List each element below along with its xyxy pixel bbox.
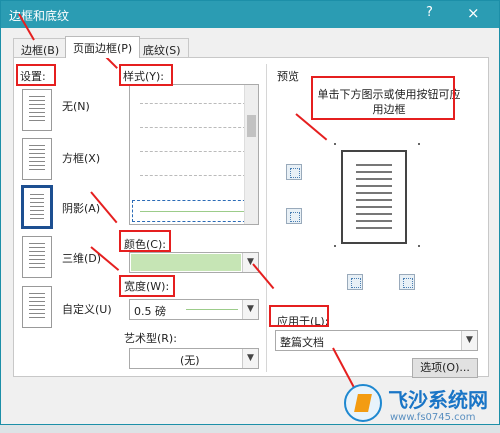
title-bar: 边框和底纹 ? ×: [1, 1, 499, 28]
watermark-url: www.fs0745.com: [390, 412, 476, 423]
highlight-apply: [269, 305, 329, 327]
width-value: 0.5 磅: [134, 305, 166, 318]
close-button[interactable]: ×: [467, 4, 480, 22]
bottom-border-button[interactable]: [286, 208, 302, 224]
art-select[interactable]: (无) ▼: [129, 348, 259, 369]
highlight-width: [119, 275, 175, 297]
style-selected-row[interactable]: [132, 200, 256, 222]
watermark-logo-icon: [344, 384, 382, 422]
apply-select[interactable]: 整篇文档 ▼: [275, 330, 478, 351]
style-list[interactable]: [129, 84, 259, 225]
tab-borders[interactable]: 边框(B): [13, 38, 68, 58]
setting-3d-icon[interactable]: [22, 236, 52, 278]
preview-page[interactable]: [341, 150, 407, 244]
setting-custom-icon[interactable]: [22, 286, 52, 328]
column-divider: [266, 64, 267, 372]
setting-none-icon[interactable]: [22, 89, 52, 131]
highlight-style: [119, 64, 173, 86]
setting-shadow-icon[interactable]: [21, 185, 53, 229]
color-select[interactable]: ▼: [129, 252, 259, 273]
highlight-color: [119, 230, 171, 252]
watermark: 飞沙系统网 www.fs0745.com: [344, 382, 494, 430]
tab-shading[interactable]: 底纹(S): [135, 38, 189, 58]
help-button[interactable]: ?: [426, 5, 433, 20]
style-scrollbar[interactable]: [244, 85, 258, 224]
watermark-name: 飞沙系统网: [388, 388, 488, 412]
setting-box[interactable]: 方框(X): [62, 150, 100, 166]
options-button[interactable]: 选项(O)...: [412, 358, 478, 378]
preview-label: 预览: [277, 70, 299, 83]
art-label: 艺术型(R):: [124, 332, 177, 345]
width-select[interactable]: 0.5 磅 ▼: [129, 299, 259, 320]
setting-shadow[interactable]: 阴影(A): [62, 200, 100, 216]
left-border-button[interactable]: [347, 274, 363, 290]
chevron-down-icon[interactable]: ▼: [461, 331, 477, 350]
highlight-preview-hint: [311, 76, 455, 120]
borders-shading-dialog: 边框和底纹 ? × 边框(B) 页面边框(P) 底纹(S) 设置: 无(N) 方…: [0, 0, 500, 425]
setting-box-icon[interactable]: [22, 138, 52, 180]
top-border-button[interactable]: [286, 164, 302, 180]
setting-none[interactable]: 无(N): [62, 98, 90, 114]
right-border-button[interactable]: [399, 274, 415, 290]
highlight-settings: [16, 64, 56, 86]
chevron-down-icon[interactable]: ▼: [242, 349, 258, 368]
apply-value: 整篇文档: [280, 336, 324, 349]
width-line-sample: [186, 309, 238, 310]
color-swatch: [131, 254, 241, 271]
tab-page-border[interactable]: 页面边框(P): [65, 36, 141, 58]
chevron-down-icon[interactable]: ▼: [242, 300, 258, 319]
setting-custom[interactable]: 自定义(U): [62, 301, 112, 317]
art-value: (无): [180, 354, 200, 367]
